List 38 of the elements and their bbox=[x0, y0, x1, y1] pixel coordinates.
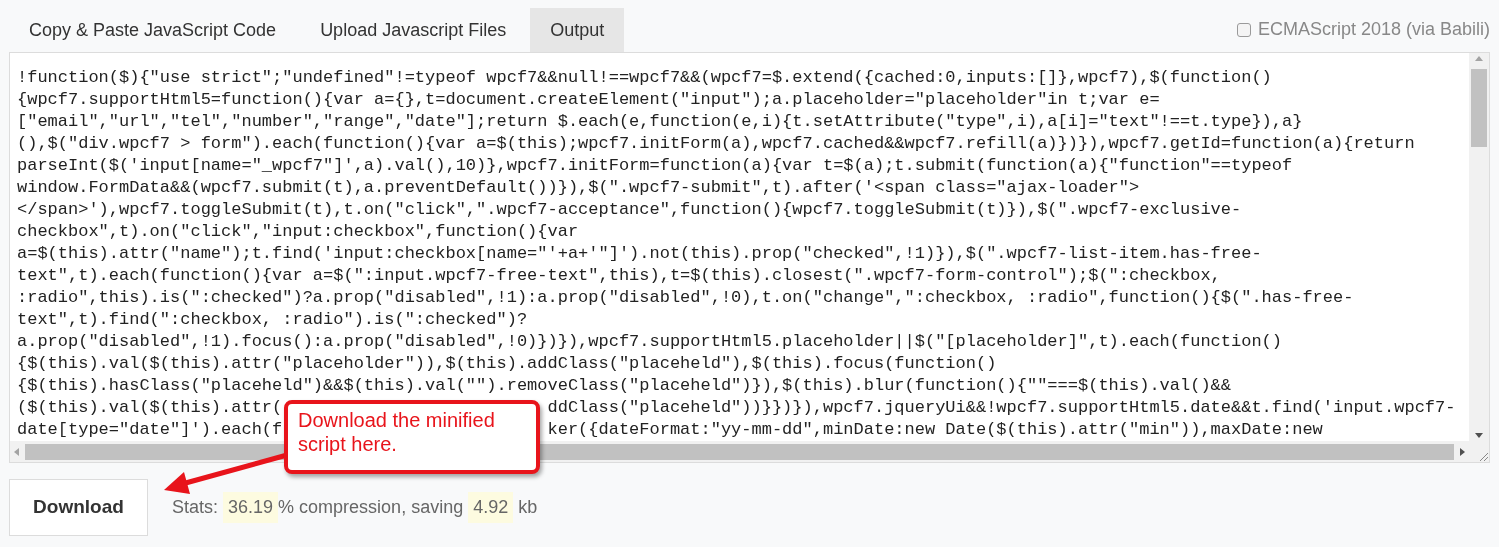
code-line: checkbox",t).on("click","input:checkbox",function(){var bbox=[17, 221, 579, 243]
code-line: ($(this).val($(this).attr( bbox=[17, 397, 283, 419]
code-line: ["email","url","tel","number","range","date"];return $.each(e,function(e,i){t.setAttribute("type",i),a[i]="text"!==t.type}),a} bbox=[17, 111, 1303, 133]
code-line: a=$(this).attr("name");t.find('input:checkbox[name="'+a+'"]').not(this).prop("checked",!1)}),$(".wpcf7-list-item.has-free- bbox=[17, 243, 1262, 265]
code-line: (),$("div.wpcf7 > form").each(function(){var a=$(this);wpcf7.initForm(a),wpcf7.cached&&wpcf7.refill(a)})}),wpcf7.getId=function(a){return bbox=[17, 133, 1415, 155]
resize-grip-icon[interactable] bbox=[1477, 450, 1489, 462]
checkbox-label: ECMAScript 2018 (via Babili) bbox=[1257, 18, 1490, 41]
code-line: </span>'),wpcf7.toggleSubmit(t),t.on("click",".wpcf7-acceptance",function(){wpcf7.toggleSubmit(t)}),$(".wpcf7-exclusive- bbox=[17, 199, 1242, 221]
scroll-left-icon[interactable] bbox=[14, 447, 19, 456]
download-button[interactable]: Download bbox=[9, 479, 148, 536]
code-line: {$(this).val($(this).attr("placeholder")),$(this).addClass("placeheld"),$(this).focus(function() bbox=[17, 353, 997, 375]
code-line: ker({dateFormat:"yy-mm-dd",minDate:new Date($(this).attr("min")),maxDate:new bbox=[547, 419, 1323, 441]
compression-value: 36.19 bbox=[223, 492, 279, 523]
tab[interactable]: Output bbox=[530, 8, 625, 52]
scroll-down-icon[interactable] bbox=[1475, 433, 1483, 438]
annotation-tooltip: Download the minified script here. bbox=[284, 400, 540, 474]
code-line: {wpcf7.supportHtml5=function(){var a={},t=document.createElement("input");a.placeholder="placeholder"in t;var e= bbox=[17, 89, 1160, 111]
code-line: text",t).find(":checkbox, :radio").is(":checked")? bbox=[17, 309, 528, 331]
stats-text: % compression, saving bbox=[278, 496, 464, 519]
scroll-up-icon[interactable] bbox=[1475, 56, 1483, 61]
code-line: window.FormData&&(wpcf7.submit(t),a.preventDefault())}),$(".wpcf7-submit",t).after('<span class="ajax-loader"> bbox=[17, 177, 1140, 199]
code-line: text",t).each(function(){var a=$(":input.wpcf7-free-text",this),t=$(this).closest(".wpcf7-form-control");$(":checkbox, bbox=[17, 265, 1221, 287]
code-line: :radio",this).is(":checked")?a.prop("disabled",!1):a.prop("disabled",!0),t.on("change",":checkbox, :radio",function(){$(".has-free- bbox=[17, 287, 1354, 309]
scrollbar-thumb[interactable] bbox=[1471, 69, 1487, 147]
vertical-scrollbar[interactable] bbox=[1469, 53, 1489, 441]
unit-label: kb bbox=[518, 496, 538, 519]
code-line: !function($){"use strict";"undefined"!=typeof wpcf7&&null!==wpcf7&&(wpcf7=$.extend({cached:0,inputs:[]},wpcf7),$(function() bbox=[17, 67, 1272, 89]
code-line: parseInt($('input[name="_wpcf7"]',a).val(),10)},wpcf7.initForm=function(a){var t=$(a);t.submit(function(a){"function"==typeof bbox=[17, 155, 1293, 177]
saving-value: 4.92 bbox=[468, 492, 514, 523]
code-line: {$(this).hasClass("placeheld")&&$(this).val("").removeClass("placeheld")}),$(this).blur(function(){""===$(this).val()&& bbox=[17, 375, 1231, 397]
checkbox[interactable] bbox=[1236, 22, 1251, 37]
code-line: ddClass("placeheld"))}})}),wpcf7.jqueryUi&&!wpcf7.supportHtml5.date&&t.find('input.wpcf7- bbox=[547, 397, 1456, 419]
tab[interactable]: Copy & Paste JavaScript Code bbox=[9, 8, 297, 52]
stats-label: Stats: bbox=[172, 496, 219, 519]
code-line: date[type="date"]').each(f bbox=[17, 419, 283, 441]
code-line: a.prop("disabled",!1).focus():a.prop("disabled",!0)})}),wpcf7.supportHtml5.placeholder||$("[placeholder]",t).each(function() bbox=[17, 331, 1282, 353]
tab[interactable]: Upload Javascript Files bbox=[300, 8, 527, 52]
scroll-right-icon[interactable] bbox=[1460, 447, 1465, 456]
